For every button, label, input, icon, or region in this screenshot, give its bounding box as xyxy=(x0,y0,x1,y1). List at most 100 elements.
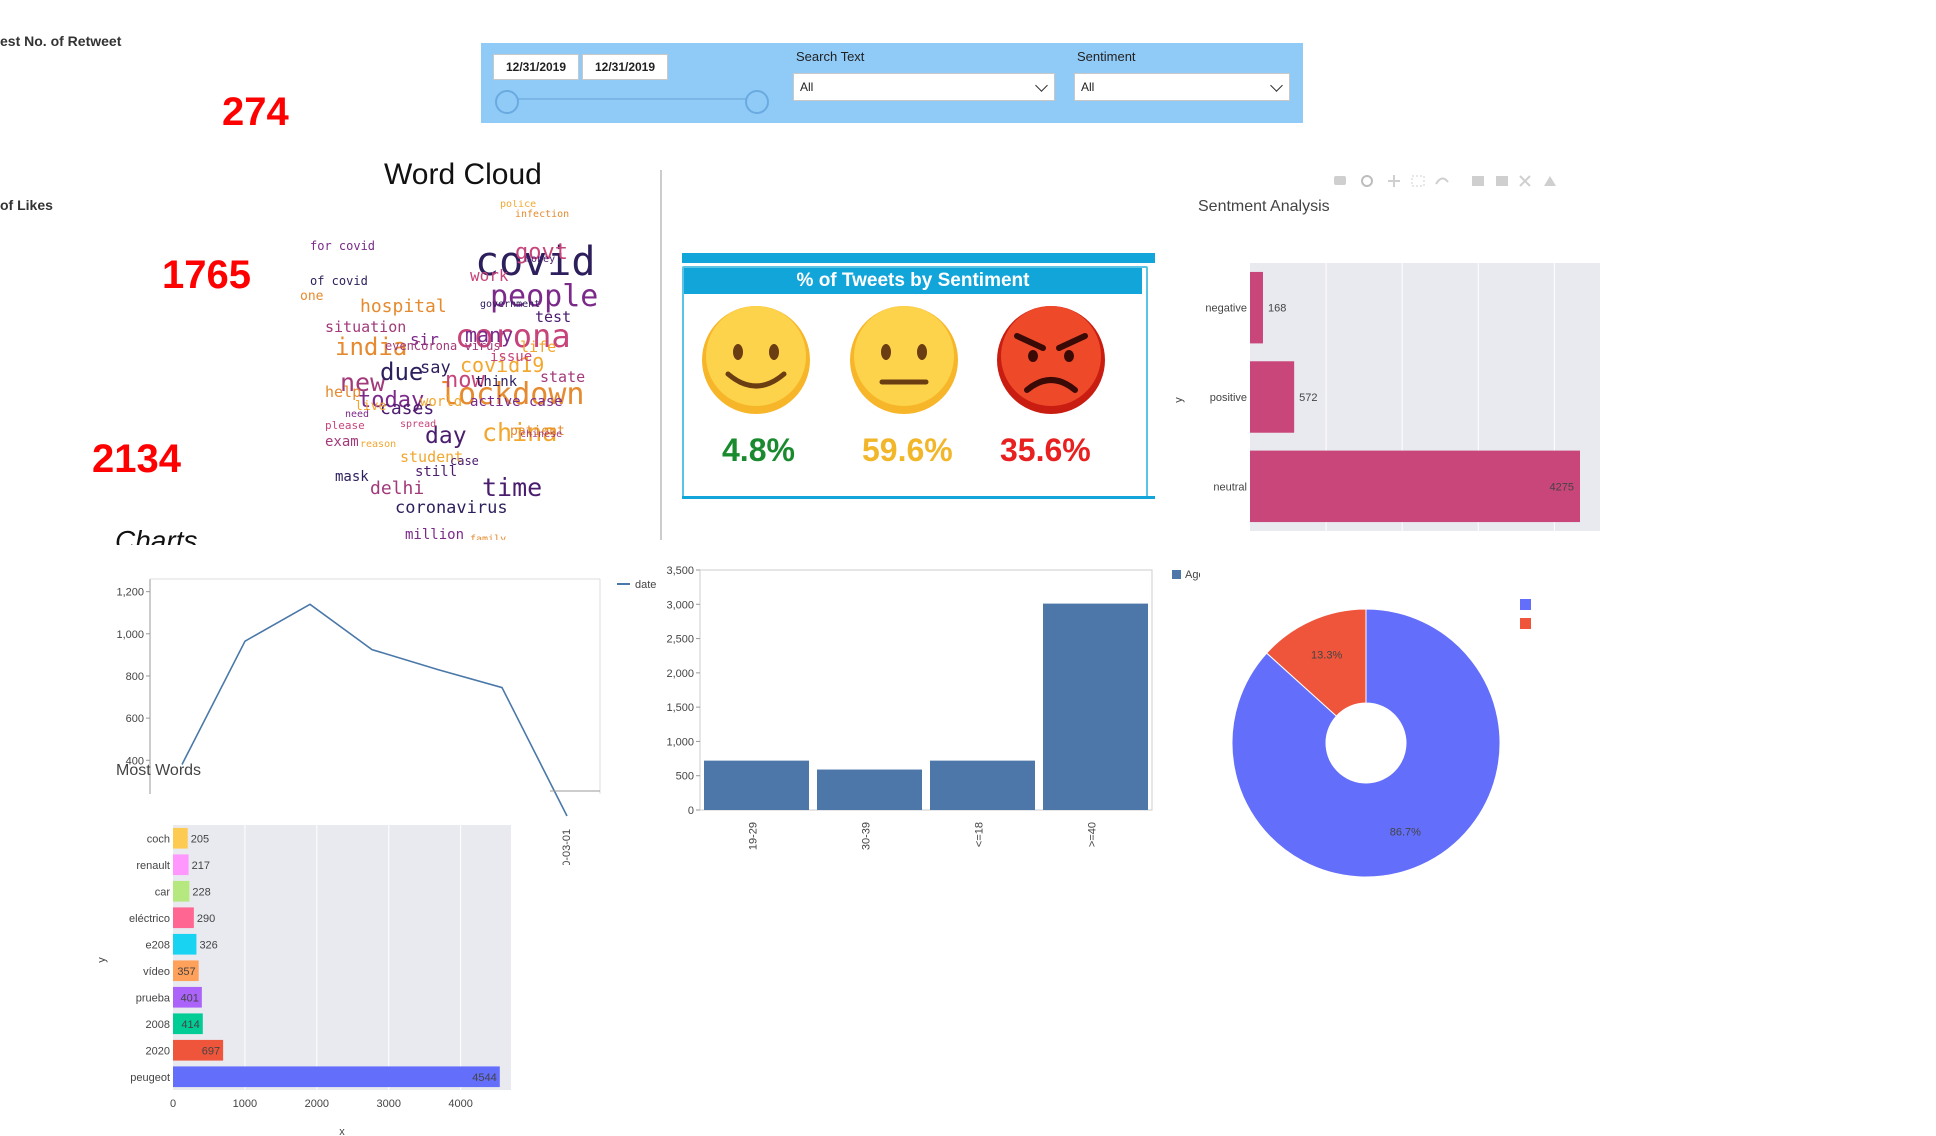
slice-label: 13.3% xyxy=(1311,649,1342,661)
age-bar[interactable] xyxy=(930,760,1035,810)
zoom-out-icon xyxy=(1496,176,1508,186)
sentiment-card-header: % of Tweets by Sentiment xyxy=(684,268,1142,294)
bar-value-label: 414 xyxy=(181,1019,199,1031)
age-bar[interactable] xyxy=(704,760,809,810)
search-text-label: Search Text xyxy=(796,49,865,64)
word-cloud-word: spread xyxy=(400,419,437,430)
donut-chart: 13.3% 86.7% xyxy=(1231,599,1531,878)
home-icon xyxy=(1544,176,1556,186)
most-words-bar-chart: 0 1000 2000 3000 4000 x y coch 205 renault 217 car 2… xyxy=(96,825,511,1136)
third-kpi-value: 2134 xyxy=(92,437,181,481)
age-bar[interactable] xyxy=(1043,603,1148,810)
bar-value-label: 572 xyxy=(1299,392,1317,404)
word-cloud-word: exam xyxy=(325,434,359,450)
bar-category-label: e208 xyxy=(146,939,170,951)
date-slider-track[interactable] xyxy=(507,98,761,100)
word-bar[interactable] xyxy=(173,1066,500,1088)
y-tick-label: 600 xyxy=(126,713,144,725)
word-bar[interactable] xyxy=(173,854,189,876)
y-tick-label: 1,000 xyxy=(116,629,144,641)
word-bar[interactable] xyxy=(173,933,197,955)
bar-category-label: car xyxy=(155,886,171,898)
sentiment-bar-chart: y negative 168 positive 572 neutral 4275 xyxy=(1173,263,1600,531)
sentiment-bar[interactable] xyxy=(1250,271,1263,344)
x-tick-label: 30-39 xyxy=(861,822,873,850)
legend-swatch xyxy=(1520,618,1531,629)
legend-swatch xyxy=(1520,599,1531,610)
word-cloud-word: world xyxy=(420,394,463,410)
date-slider-end-handle[interactable] xyxy=(745,90,769,114)
chevron-down-icon xyxy=(1270,79,1283,92)
end-date-input[interactable]: 12/31/2019 xyxy=(582,54,668,80)
word-cloud-word: work xyxy=(470,266,509,285)
bar-value-label: 326 xyxy=(199,939,217,951)
bar-category-label: renault xyxy=(136,860,170,872)
y-tick-label: 3,000 xyxy=(666,599,694,611)
bar-value-label: 205 xyxy=(191,833,209,845)
y-axis-title: y xyxy=(1173,397,1185,403)
word-cloud-title: Word Cloud xyxy=(384,158,542,191)
x-tick-label: >=40 xyxy=(1087,822,1099,847)
x-tick-label: 0 xyxy=(170,1098,176,1110)
divider xyxy=(660,170,662,540)
legend-label: date xyxy=(635,579,656,591)
bar-category-label: peugeot xyxy=(130,1072,170,1084)
y-tick-label: 1,500 xyxy=(666,702,694,714)
angry-emoji-icon xyxy=(997,306,1105,414)
sentiment-dropdown[interactable]: All xyxy=(1074,73,1290,101)
chevron-down-icon xyxy=(1035,79,1048,92)
sentiment-bar[interactable] xyxy=(1250,361,1295,433)
x-tick-label: 3000 xyxy=(377,1098,401,1110)
age-bar[interactable] xyxy=(817,769,922,810)
smile-emoji-icon xyxy=(702,306,810,414)
x-tick-label: 2000 xyxy=(305,1098,329,1110)
word-cloud-word: coronavirus xyxy=(395,498,508,518)
legend-label: Age xyxy=(1185,569,1200,581)
sentiment-analysis-title: Sentment Analysis xyxy=(1198,198,1330,215)
x-tick-label: 19-29 xyxy=(748,822,760,850)
y-tick-label: 3,500 xyxy=(666,565,694,577)
date-slider-start-handle[interactable] xyxy=(495,90,519,114)
zoom-in-icon xyxy=(1472,176,1484,186)
bar-value-label: 217 xyxy=(192,860,210,872)
word-bar[interactable] xyxy=(173,907,194,929)
start-date-input[interactable]: 12/31/2019 xyxy=(493,54,579,80)
neutral-emoji-icon xyxy=(850,306,958,414)
word-cloud-word: evenCorona virus xyxy=(385,339,501,353)
bar-value-label: 401 xyxy=(180,992,198,1004)
word-cloud-word: for covid xyxy=(310,239,376,253)
word-cloud-word: due xyxy=(380,358,424,386)
word-cloud-word: situation xyxy=(325,318,407,336)
chart-toolbar xyxy=(1332,172,1562,192)
date-series-line[interactable] xyxy=(181,603,568,817)
word-bar[interactable] xyxy=(173,827,188,849)
word-cloud-word: help xyxy=(325,383,362,401)
search-text-dropdown[interactable]: All xyxy=(793,73,1055,101)
bar-category-label: coch xyxy=(147,833,170,845)
sentiment-card-bottomline xyxy=(682,496,1155,499)
zoom-icon xyxy=(1361,175,1373,187)
bar-value-label: 697 xyxy=(202,1045,220,1057)
x-axis-title: x xyxy=(339,1126,345,1136)
bar-category-label: negative xyxy=(1205,303,1247,315)
word-cloud-word: please xyxy=(325,419,365,432)
negative-percent: 35.6% xyxy=(1000,432,1091,468)
bar-category-label: vídeo xyxy=(143,966,170,978)
modebar-icons[interactable] xyxy=(1332,172,1562,192)
positive-percent: 4.8% xyxy=(722,432,795,468)
camera-icon xyxy=(1334,176,1346,185)
word-cloud-word: one xyxy=(300,289,324,304)
retweet-kpi-label: est No. of Retweet xyxy=(0,33,122,49)
x-tick-label: 4000 xyxy=(448,1098,472,1110)
bar-category-label: neutral xyxy=(1213,481,1247,493)
sentiment-bar[interactable] xyxy=(1250,450,1580,523)
word-bar[interactable] xyxy=(173,880,190,902)
sentiment-card-topbar xyxy=(682,253,1155,263)
word-cloud-word: test xyxy=(535,308,572,326)
sentiment-value: All xyxy=(1081,80,1095,94)
word-cloud-word: active case xyxy=(470,394,563,410)
bar-category-label: 2008 xyxy=(146,1019,170,1031)
word-cloud-word: think xyxy=(475,374,518,390)
word-cloud-word: money xyxy=(525,254,556,265)
y-tick-label: 2,000 xyxy=(666,668,694,680)
